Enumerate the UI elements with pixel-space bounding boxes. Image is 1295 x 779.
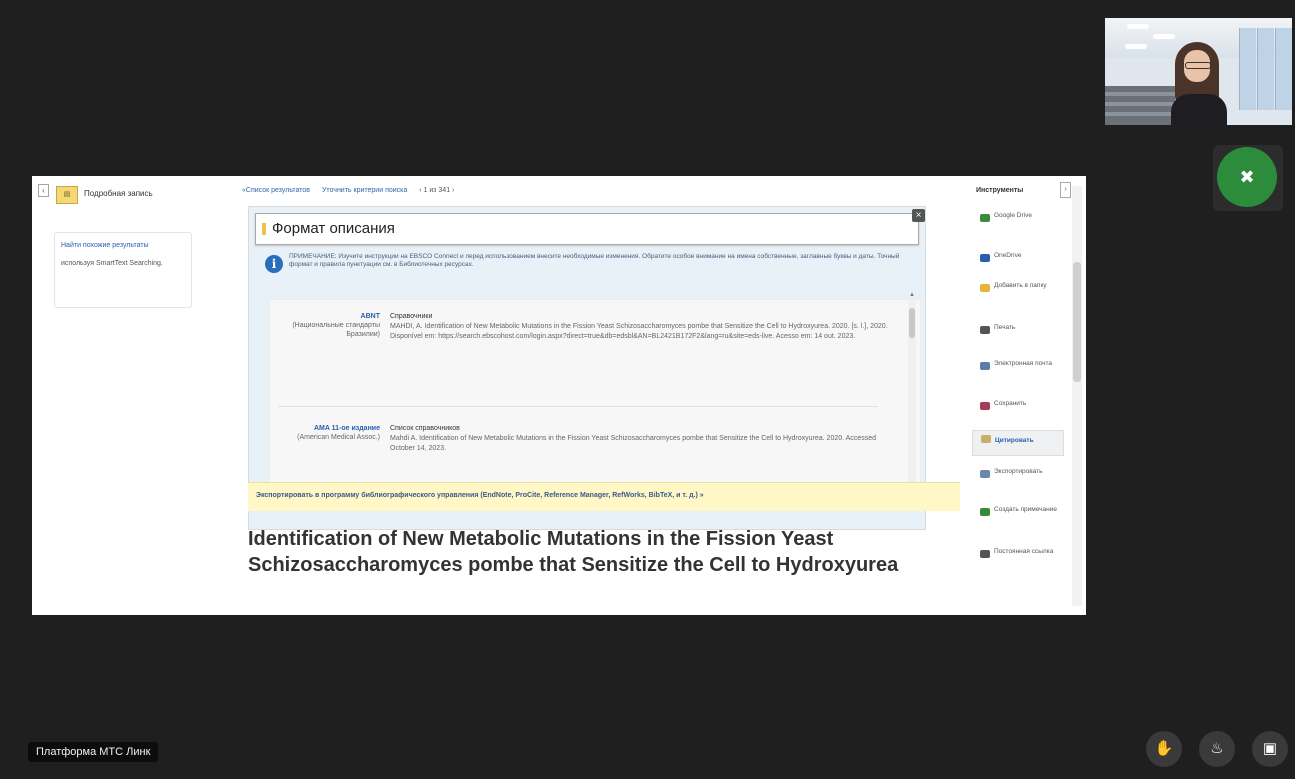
result-navigation: «Список результатов Уточнить критерии по… — [242, 187, 464, 194]
result-counter[interactable]: ‹ 1 из 341 › — [419, 187, 454, 194]
participant-person — [1171, 36, 1227, 125]
tool-link[interactable]: Постоянная ссылка — [972, 546, 1062, 570]
tool-save[interactable]: Сохранить — [972, 398, 1062, 422]
citation-style-name: ABNT — [360, 313, 380, 320]
dialog-title: Формат описания — [272, 220, 395, 237]
tool-label: Цитировать — [995, 437, 1034, 444]
tool-folder[interactable]: Добавить в папку — [972, 280, 1062, 304]
cite-icon — [981, 435, 991, 443]
hand-icon: ✋ — [1154, 740, 1174, 757]
window — [1239, 28, 1256, 110]
tool-note[interactable]: Создать примечание — [972, 504, 1062, 528]
person-glasses — [1185, 62, 1211, 69]
find-similar-link[interactable]: Найти похожие результаты — [61, 241, 181, 250]
citation-note: ПРИМЕЧАНИЕ: Изучите инструкции на EBSCO … — [289, 253, 900, 268]
tools-panel: Инструменты › Google Drive OneDrive Добави… — [968, 176, 1086, 615]
refine-search-link[interactable]: Уточнить критерии поиска — [322, 187, 407, 194]
smart-text-caption: используя SmartText Searching. — [61, 260, 163, 267]
platform-label: Платформа МТС Линк — [28, 742, 159, 762]
detail-record-icon: ▤ — [56, 186, 78, 204]
participant-video[interactable] — [1105, 18, 1292, 125]
dialog-header: Формат описания × — [255, 209, 925, 245]
citation-style-desc: (Национальные стандарты Бразилии) — [292, 322, 380, 338]
close-icon[interactable]: × — [912, 209, 925, 222]
google-drive-icon — [980, 214, 990, 222]
detail-record-title: Подробная запись — [84, 189, 153, 198]
scrollbar-thumb[interactable] — [909, 308, 915, 338]
desk-row — [1105, 92, 1175, 96]
ceiling-light — [1125, 44, 1147, 49]
tool-cite[interactable]: Цитировать — [972, 430, 1064, 456]
muted-participant-tile[interactable]: ✖ — [1213, 145, 1283, 211]
tool-export[interactable]: Экспортировать — [972, 466, 1062, 490]
citation-style: AMA 11-ое издание (American Medical Asso… — [270, 424, 380, 442]
citation-style-name: AMA 11-ое издание — [313, 425, 380, 432]
tool-onedrive[interactable]: OneDrive — [972, 250, 1062, 274]
pip-icon: ▣ — [1262, 740, 1278, 757]
citation-text: MAHDI, A. Identification of New Metaboli… — [390, 323, 888, 340]
tool-label: OneDrive — [994, 252, 1022, 259]
info-icon: i — [265, 255, 283, 273]
window — [1275, 28, 1292, 110]
smart-text-box: Найти похожие результаты используя Smart… — [54, 232, 192, 308]
export-bar: Экспортировать в программу библиографиче… — [248, 482, 960, 511]
email-icon — [980, 362, 990, 370]
save-icon — [980, 402, 990, 410]
scroll-up-arrow-icon[interactable]: ▲ — [909, 292, 915, 298]
citation-text: Mahdi A. Identification of New Metabolic… — [390, 435, 876, 452]
dialog-title-marker — [262, 223, 266, 235]
tool-label: Печать — [994, 324, 1016, 331]
citation-style-desc: (American Medical Assoc.) — [297, 434, 380, 441]
export-link[interactable]: Экспортировать в программу библиографиче… — [256, 492, 704, 499]
export-icon — [980, 470, 990, 478]
fire-icon: ♨ — [1210, 740, 1224, 757]
scrollbar-thumb[interactable] — [1073, 262, 1081, 382]
desk-row — [1105, 112, 1175, 116]
reaction-button[interactable]: ♨ — [1199, 731, 1235, 767]
citation-text-block: Список справочников Mahdi A. Identificat… — [390, 424, 900, 454]
ceiling-light — [1127, 24, 1149, 29]
desk-row — [1105, 102, 1175, 106]
citation-text-block: Справочники MAHDI, A. Identification of … — [390, 312, 900, 342]
link-icon — [980, 550, 990, 558]
print-icon — [980, 326, 990, 334]
tools-scrollbar[interactable] — [1072, 186, 1082, 606]
mic-off-icon[interactable]: ✖ — [1217, 147, 1277, 207]
tool-label: Сохранить — [994, 400, 1027, 407]
citation-heading: Список справочников — [390, 425, 460, 432]
citation-scrollbar[interactable]: ▲ ▼ — [908, 292, 916, 506]
tool-label: Создать примечание — [994, 506, 1057, 513]
tool-email[interactable]: Электронная почта — [972, 358, 1062, 382]
article-title: Identification of New Metabolic Mutation… — [248, 528, 899, 576]
citation-style: ABNT (Национальные стандарты Бразилии) — [270, 312, 380, 339]
desks — [1105, 86, 1175, 125]
citation-divider — [278, 406, 878, 407]
folder-icon — [980, 284, 990, 292]
main-content: «Список результатов Уточнить критерии по… — [238, 176, 960, 615]
results-list-link[interactable]: «Список результатов — [242, 187, 310, 194]
shared-screen: ‹ ▤ Подробная запись Найти похожие резул… — [32, 176, 1086, 615]
tool-google-drive[interactable]: Google Drive — [972, 210, 1062, 234]
window — [1257, 28, 1274, 110]
tool-label: Google Drive — [994, 212, 1032, 219]
tool-label: Постоянная ссылка — [994, 548, 1054, 555]
collapse-tools-button[interactable]: › — [1060, 182, 1071, 198]
raise-hand-button[interactable]: ✋ — [1146, 731, 1182, 767]
picture-in-picture-button[interactable]: ▣ — [1252, 731, 1288, 767]
citation-heading: Справочники — [390, 313, 433, 320]
person-body — [1171, 94, 1227, 125]
citation-list[interactable]: ABNT (Национальные стандарты Бразилии) С… — [269, 292, 921, 506]
tools-title: Инструменты — [976, 187, 1024, 194]
tool-label: Электронная почта — [994, 360, 1053, 367]
left-panel: ▤ Подробная запись Найти похожие результ… — [32, 176, 232, 615]
onedrive-icon — [980, 254, 990, 262]
tool-label: Добавить в папку — [994, 282, 1047, 289]
note-icon — [980, 508, 990, 516]
tool-label: Экспортировать — [994, 468, 1043, 475]
tool-print[interactable]: Печать — [972, 322, 1062, 346]
